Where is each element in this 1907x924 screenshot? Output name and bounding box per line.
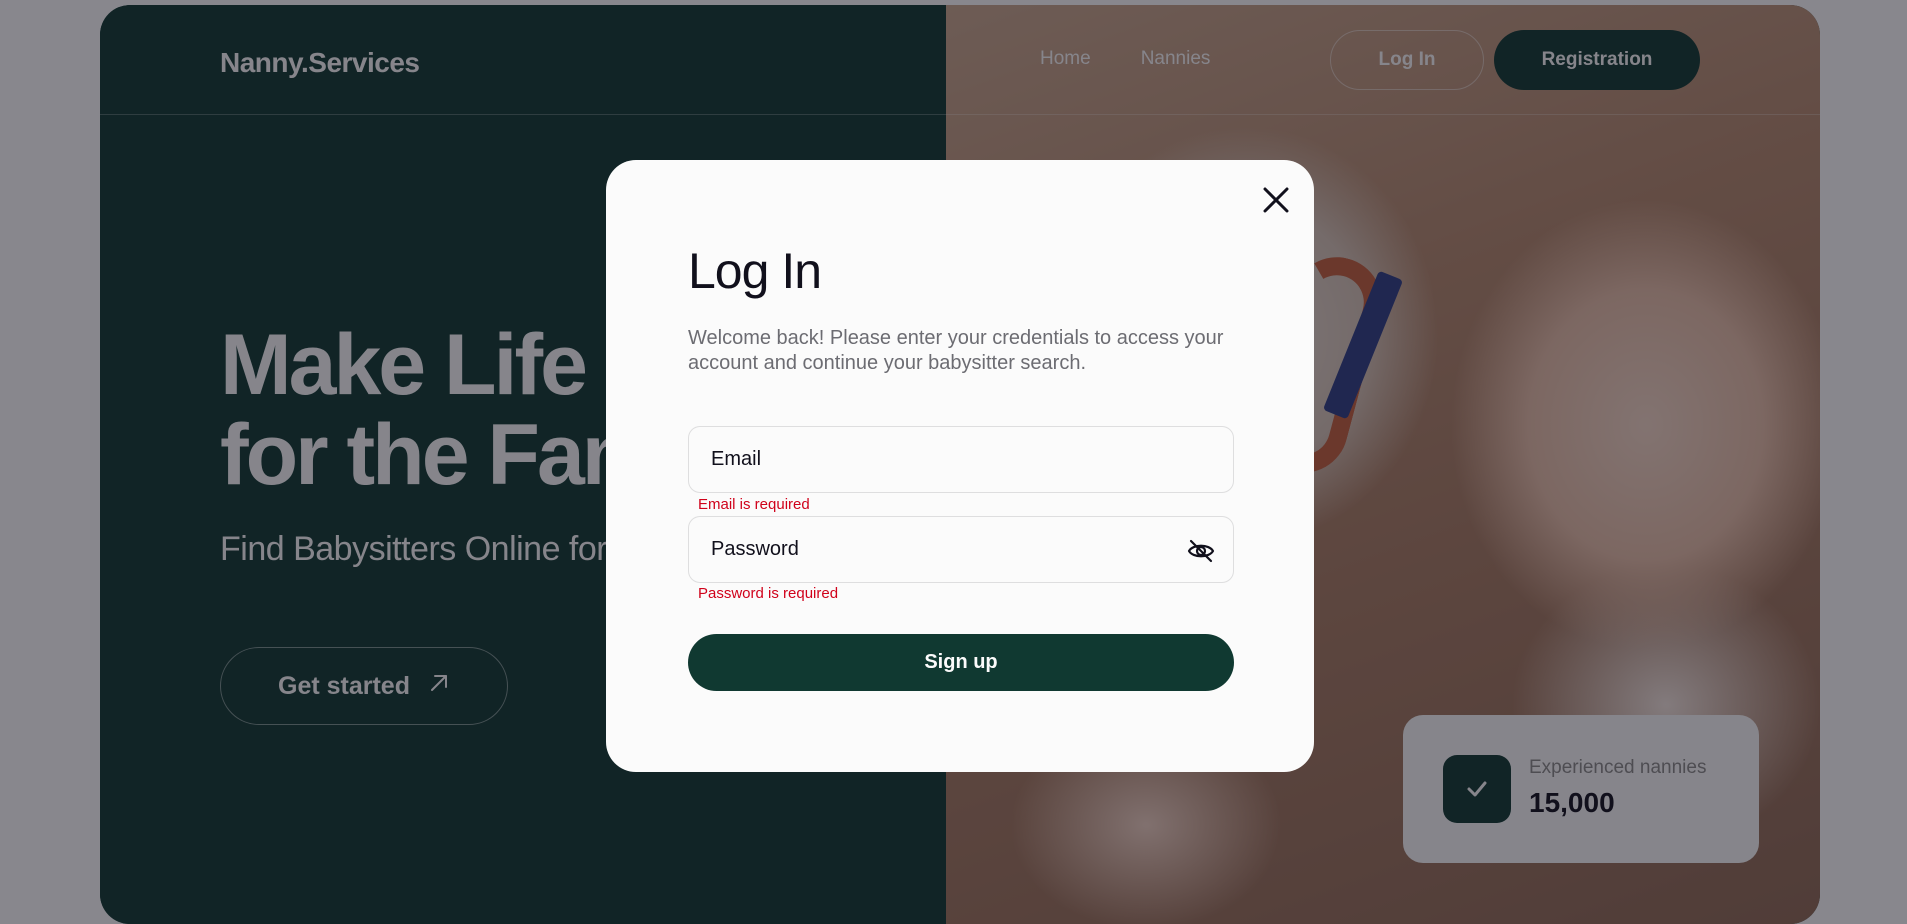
login-modal: Log In Welcome back! Please enter your c… [606, 160, 1314, 772]
close-icon[interactable] [1258, 182, 1294, 218]
email-error: Email is required [698, 496, 810, 513]
eye-off-icon[interactable] [1187, 537, 1215, 565]
password-input[interactable] [689, 517, 1233, 582]
email-input[interactable] [689, 427, 1233, 492]
password-field [688, 516, 1234, 583]
modal-description: Welcome back! Please enter your credenti… [688, 327, 1224, 374]
sign-up-button[interactable]: Sign up [688, 634, 1234, 691]
email-field [688, 426, 1234, 493]
password-error: Password is required [698, 585, 839, 602]
modal-title: Log In [688, 243, 822, 299]
